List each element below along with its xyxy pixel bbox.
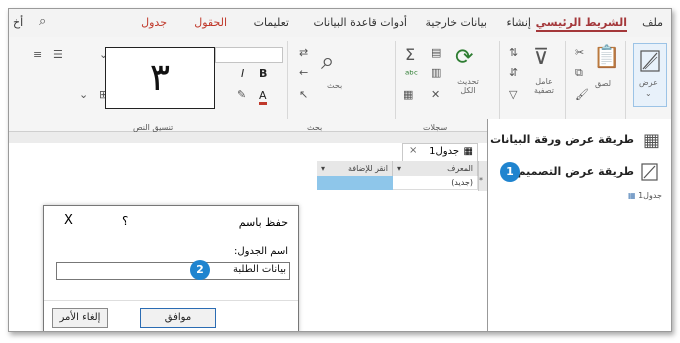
menu-item-datasheet-view[interactable]: طريقة عرض ورقة البيانات ▦ xyxy=(490,129,668,153)
totals-icon[interactable]: Σ xyxy=(405,47,415,63)
refresh-label: تحديث الكل xyxy=(457,77,479,95)
find-icon[interactable]: ⌕ xyxy=(321,49,334,73)
chevron-down-icon[interactable]: ▾ xyxy=(397,161,401,176)
save-as-dialog: حفظ باسم ؟ X اسم الجدول: بيانات الطلبة 2… xyxy=(43,205,299,331)
tab-help[interactable]: تعليمات xyxy=(254,16,289,29)
step-badge-1: 1 xyxy=(500,162,520,182)
delete-record-icon[interactable]: ✕ xyxy=(431,89,440,100)
filter-label: عامل تصفية xyxy=(534,77,554,95)
separator xyxy=(395,41,396,119)
font-size-dropdown[interactable] xyxy=(215,47,283,63)
view-button-label: عرض xyxy=(639,78,658,87)
find-label: بحث xyxy=(327,81,343,90)
search-icon[interactable]: ⌕ xyxy=(39,14,46,29)
column-header-id-label: المعرف xyxy=(447,164,473,173)
separator xyxy=(625,41,626,119)
paste-label: لصق xyxy=(595,79,612,88)
save-record-icon[interactable]: ▥ xyxy=(431,67,441,78)
table-icon: ▦ xyxy=(627,191,636,200)
bold-button[interactable]: B xyxy=(259,67,267,80)
more-icon[interactable]: ▦ xyxy=(403,89,413,100)
sort-ascending-icon[interactable]: ⇅ xyxy=(509,47,518,58)
replace-icon[interactable]: ⇄ xyxy=(299,47,308,58)
column-header-add[interactable]: انقر للإضافة ▾ xyxy=(317,161,393,176)
menu-item-design-label: طريقة عرض التصميم xyxy=(517,165,634,178)
step-badge-2: 2 xyxy=(190,260,210,280)
view-menu: طريقة عرض ورقة البيانات ▦ طريقة عرض التص… xyxy=(487,119,671,331)
table-name-label: اسم الجدول: xyxy=(234,246,288,257)
tab-file[interactable]: ملف xyxy=(642,16,663,29)
table-name-input[interactable]: بيانات الطلبة xyxy=(56,262,290,280)
close-tab-icon[interactable]: × xyxy=(409,145,417,156)
tab-create[interactable]: إنشاء xyxy=(507,16,531,29)
dialog-title: حفظ باسم xyxy=(238,216,288,229)
tab-more[interactable]: أخ xyxy=(13,16,23,29)
tab-external-data[interactable]: بيانات خارجية xyxy=(426,16,487,29)
tab-table[interactable]: جدول xyxy=(141,16,167,29)
select-icon[interactable]: ↖ xyxy=(299,89,308,100)
highlight-icon[interactable]: ✎ xyxy=(237,89,246,100)
list-icon[interactable]: ☰ xyxy=(53,49,63,60)
divider xyxy=(44,300,298,301)
ok-button[interactable]: موافق xyxy=(140,308,216,328)
cell-new-id[interactable]: (جديد) xyxy=(393,176,478,190)
document-tab-strip xyxy=(9,132,487,143)
separator xyxy=(565,41,566,119)
column-header-add-label: انقر للإضافة xyxy=(347,164,388,173)
datasheet-view-icon: ▦ xyxy=(642,130,660,151)
chevron-down-icon[interactable]: ▾ xyxy=(321,161,325,176)
cut-icon[interactable]: ✂ xyxy=(575,47,584,58)
separator xyxy=(499,41,500,119)
app-window: ملف الشريط الرئيسي إنشاء بيانات خارجية أ… xyxy=(8,8,672,332)
design-view-icon xyxy=(641,163,658,181)
cell-new-add[interactable] xyxy=(317,176,393,190)
menu-item-datasheet-label: طريقة عرض ورقة البيانات xyxy=(490,133,634,146)
separator xyxy=(287,41,288,119)
chevron-down-icon: ⌄ xyxy=(645,89,652,98)
table-icon: ▦ xyxy=(463,146,473,157)
tab-fields[interactable]: الحقول xyxy=(194,16,227,29)
cancel-button[interactable]: إلغاء الأمر xyxy=(52,308,108,328)
nav-table-item[interactable]: جدول1 ▦ xyxy=(628,191,662,200)
spelling-icon[interactable]: ᵃᵇᶜ xyxy=(405,69,418,80)
tab-home[interactable]: الشريط الرئيسي xyxy=(535,16,627,32)
font-color-button[interactable]: A xyxy=(259,89,267,105)
goto-icon[interactable]: ← xyxy=(299,67,308,78)
group-label-find: بحث xyxy=(307,123,323,132)
fill-color-icon[interactable]: ⌄ xyxy=(79,89,88,100)
help-icon[interactable]: ؟ xyxy=(122,214,128,228)
document-tab-label: جدول1 xyxy=(429,146,459,157)
close-icon[interactable]: X xyxy=(64,213,73,228)
copy-icon[interactable]: ⧉ xyxy=(575,67,583,78)
align-icon[interactable]: ≡ xyxy=(33,49,42,60)
filter-icon[interactable]: ⊽ xyxy=(533,47,549,69)
nav-table-label: جدول1 xyxy=(638,191,662,200)
design-view-icon xyxy=(640,50,660,72)
sort-descending-icon[interactable]: ⇵ xyxy=(509,67,518,78)
paste-icon[interactable]: 📋 xyxy=(593,47,620,69)
refresh-icon[interactable]: ⟳ xyxy=(455,47,473,69)
remove-sort-icon[interactable]: ▽ xyxy=(509,89,517,100)
group-label-text-format: تنسيق النص xyxy=(133,123,174,132)
step-number-box: ٣ xyxy=(105,47,215,109)
document-tab[interactable]: ▦ جدول1 × xyxy=(402,143,478,161)
column-header-id[interactable]: المعرف ▾ xyxy=(393,161,478,176)
ribbon-tab-bar: ملف الشريط الرئيسي إنشاء بيانات خارجية أ… xyxy=(9,9,671,37)
italic-button[interactable]: I xyxy=(241,67,244,80)
new-row-marker: * xyxy=(479,176,483,185)
new-record-icon[interactable]: ▤ xyxy=(431,47,441,58)
table-name-value: بيانات الطلبة xyxy=(233,264,286,275)
group-label-records: سجلات xyxy=(423,123,448,132)
tab-database-tools[interactable]: أدوات قاعدة البيانات xyxy=(313,16,407,29)
view-button[interactable]: عرض ⌄ xyxy=(633,43,667,107)
format-painter-icon[interactable]: 🖌 xyxy=(575,89,589,100)
